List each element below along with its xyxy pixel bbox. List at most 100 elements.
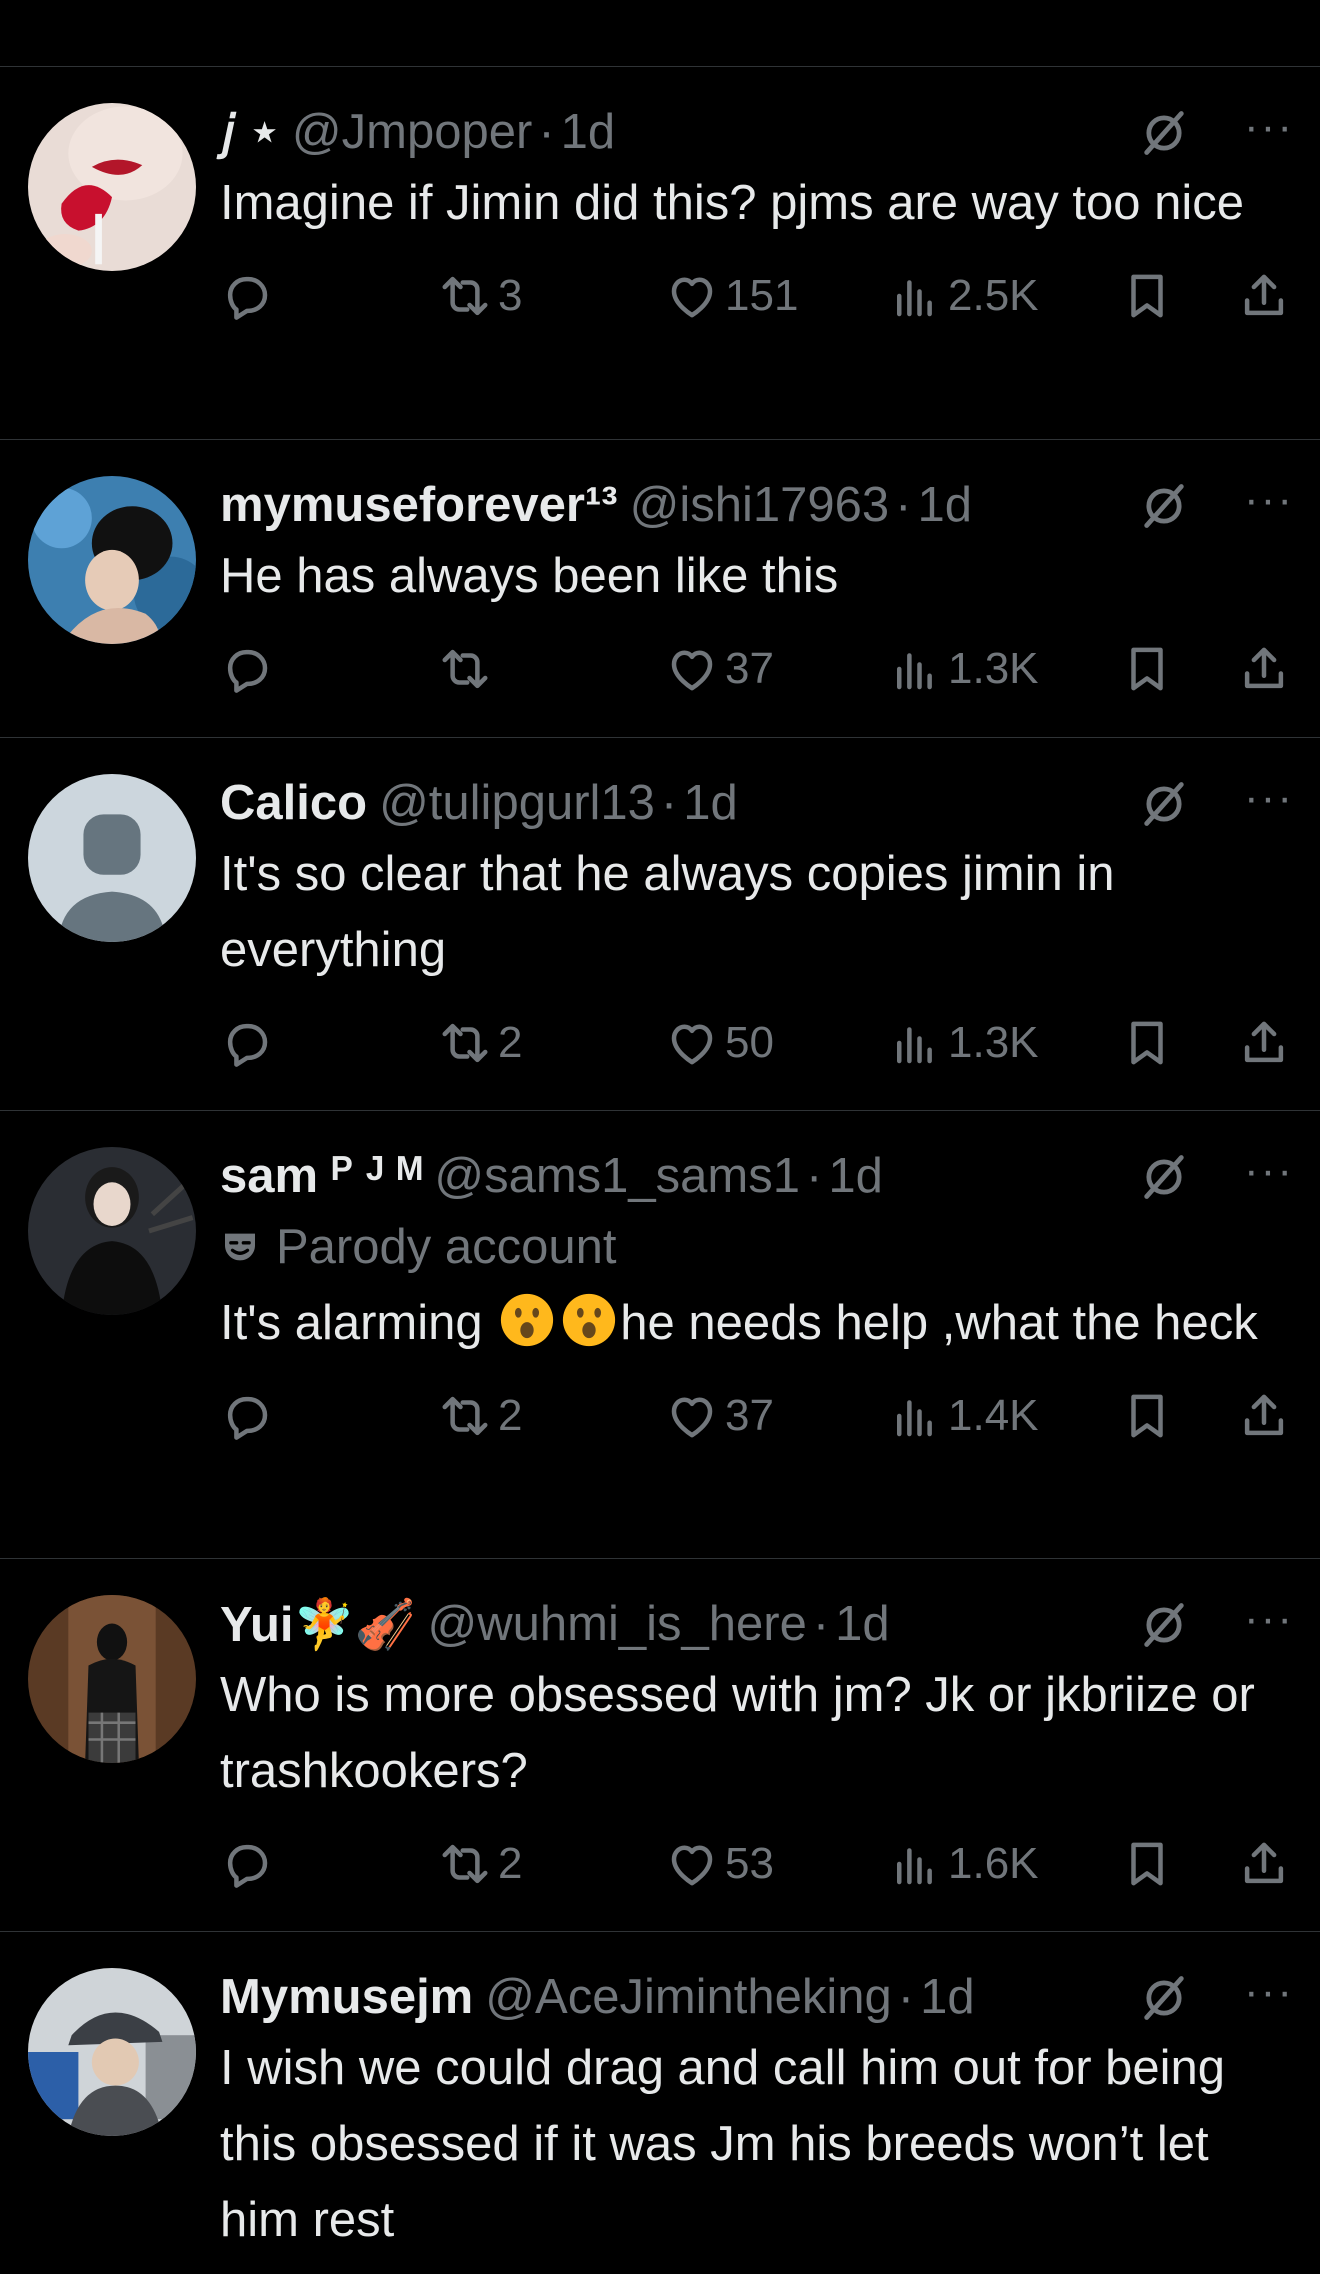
tweet[interactable]: sam ᴾ ᴶ ᴹ @sams1_sams1 · 1d ··· Parody a…: [0, 1111, 1320, 1559]
heart-icon: [671, 277, 713, 318]
share-button[interactable]: [1237, 261, 1297, 331]
grok-icon[interactable]: [1138, 107, 1190, 159]
grok-icon[interactable]: [1138, 1151, 1190, 1203]
more-options-icon[interactable]: ···: [1244, 1149, 1294, 1193]
grok-icon[interactable]: [1138, 480, 1190, 532]
separator-dot: ·: [897, 1970, 915, 2024]
repost-button[interactable]: 2: [438, 1381, 522, 1451]
display-name[interactable]: mymuseforever¹³: [220, 477, 618, 533]
reply-icon: [227, 1396, 268, 1440]
display-name[interactable]: Calico: [220, 775, 367, 831]
timestamp[interactable]: 1d: [917, 477, 972, 533]
avatar-image: [28, 1968, 196, 2136]
display-name[interactable]: Mymusejm: [220, 1969, 473, 2025]
like-count: 151: [725, 271, 799, 320]
like-count: 53: [725, 1839, 774, 1888]
avatar[interactable]: [28, 1147, 196, 1315]
bookmark-button[interactable]: [1120, 1829, 1180, 1899]
user-handle[interactable]: @tulipgurl13: [379, 775, 655, 831]
like-count: 37: [725, 644, 774, 693]
share-icon: [1244, 647, 1284, 689]
share-button[interactable]: [1237, 1381, 1297, 1451]
grok-icon[interactable]: [1138, 1599, 1190, 1651]
action-bar: 2 53 1.6K: [220, 1829, 1294, 1899]
timestamp[interactable]: 1d: [835, 1596, 890, 1652]
surprised-face-emoji-icon: [501, 1293, 554, 1347]
bookmark-icon: [1131, 1394, 1163, 1438]
timestamp[interactable]: 1d: [683, 775, 738, 831]
user-handle[interactable]: @AceJimintheking: [485, 1969, 892, 2025]
views-icon: [897, 280, 932, 317]
action-bar: 37 1.3K: [220, 634, 1294, 704]
like-button[interactable]: 50: [665, 1008, 774, 1078]
views-button[interactable]: 1.6K: [888, 1829, 1039, 1899]
repost-icon: [442, 276, 488, 316]
views-button[interactable]: 1.4K: [888, 1381, 1039, 1451]
view-count: 1.3K: [948, 1018, 1039, 1067]
avatar[interactable]: [28, 774, 196, 942]
like-button[interactable]: 53: [665, 1829, 774, 1899]
reply-icon: [227, 1023, 268, 1067]
views-button[interactable]: 1.3K: [888, 1008, 1039, 1078]
tweet[interactable]: Calico @tulipgurl13 · 1d ··· It's so cle…: [0, 738, 1320, 1111]
share-button[interactable]: [1237, 634, 1297, 704]
user-handle[interactable]: @wuhmi_is_here: [428, 1596, 807, 1652]
display-name[interactable]: Yui🧚🎻: [220, 1596, 416, 1653]
views-button[interactable]: 2.5K: [888, 261, 1039, 331]
more-options-icon[interactable]: ···: [1244, 478, 1294, 522]
grok-icon[interactable]: [1138, 1972, 1190, 2024]
tweet[interactable]: 𝑗 ⋆ @Jmpoper · 1d ··· Imagine if Jimin d…: [0, 67, 1320, 440]
timestamp[interactable]: 1d: [920, 1969, 975, 2025]
tweet-text: He has always been like this: [220, 549, 839, 603]
display-name[interactable]: 𝑗 ⋆: [220, 103, 280, 161]
more-options-icon[interactable]: ···: [1244, 105, 1294, 149]
bookmark-button[interactable]: [1120, 261, 1180, 331]
bookmark-icon: [1131, 1842, 1163, 1886]
display-name[interactable]: sam ᴾ ᴶ ᴹ: [220, 1148, 422, 1204]
reply-button[interactable]: [220, 1829, 280, 1899]
view-count: 1.4K: [948, 1391, 1039, 1440]
bookmark-button[interactable]: [1120, 634, 1180, 704]
like-button[interactable]: 37: [665, 634, 774, 704]
more-options-icon[interactable]: ···: [1244, 1970, 1294, 2014]
repost-count: 2: [498, 1391, 523, 1440]
reply-button[interactable]: [220, 261, 280, 331]
avatar[interactable]: [28, 476, 196, 644]
avatar[interactable]: [28, 1968, 196, 2136]
parody-label: Parody account: [276, 1220, 617, 1274]
bookmark-button[interactable]: [1120, 1381, 1180, 1451]
user-handle[interactable]: @Jmpoper: [292, 104, 532, 160]
repost-button[interactable]: 3: [438, 261, 522, 331]
repost-icon: [442, 649, 488, 689]
views-icon: [897, 1027, 932, 1064]
grok-icon[interactable]: [1138, 778, 1190, 830]
share-button[interactable]: [1237, 1008, 1297, 1078]
avatar[interactable]: [28, 103, 196, 271]
bookmark-button[interactable]: [1120, 1008, 1180, 1078]
views-button[interactable]: 1.3K: [888, 634, 1039, 704]
tweet[interactable]: Yui🧚🎻 @wuhmi_is_here · 1d ··· Who is mor…: [0, 1559, 1320, 1932]
action-bar: 2 37 1.4K: [220, 1381, 1294, 1451]
tweet[interactable]: mymuseforever¹³ @ishi17963 · 1d ··· He h…: [0, 440, 1320, 738]
tweet[interactable]: Mymusejm @AceJimintheking · 1d ··· I wis…: [0, 1932, 1320, 2274]
repost-button[interactable]: 2: [438, 1008, 522, 1078]
more-options-icon[interactable]: ···: [1244, 1597, 1294, 1641]
like-count: 37: [725, 1391, 774, 1440]
timestamp[interactable]: 1d: [828, 1148, 883, 1204]
repost-button[interactable]: [438, 634, 498, 704]
user-handle[interactable]: @ishi17963: [630, 477, 890, 533]
share-button[interactable]: [1237, 1829, 1297, 1899]
repost-button[interactable]: 2: [438, 1829, 522, 1899]
views-icon: [897, 1848, 932, 1885]
like-button[interactable]: 37: [665, 1381, 774, 1451]
reply-button[interactable]: [220, 634, 280, 704]
user-handle[interactable]: @sams1_sams1: [434, 1148, 800, 1204]
timestamp[interactable]: 1d: [561, 104, 616, 160]
avatar[interactable]: [28, 1595, 196, 1763]
parody-badge: Parody account: [220, 1209, 1294, 1285]
reply-button[interactable]: [220, 1008, 280, 1078]
like-button[interactable]: 151: [665, 261, 798, 331]
reply-button[interactable]: [220, 1381, 280, 1451]
separator-dot: ·: [660, 776, 678, 830]
more-options-icon[interactable]: ···: [1244, 776, 1294, 820]
